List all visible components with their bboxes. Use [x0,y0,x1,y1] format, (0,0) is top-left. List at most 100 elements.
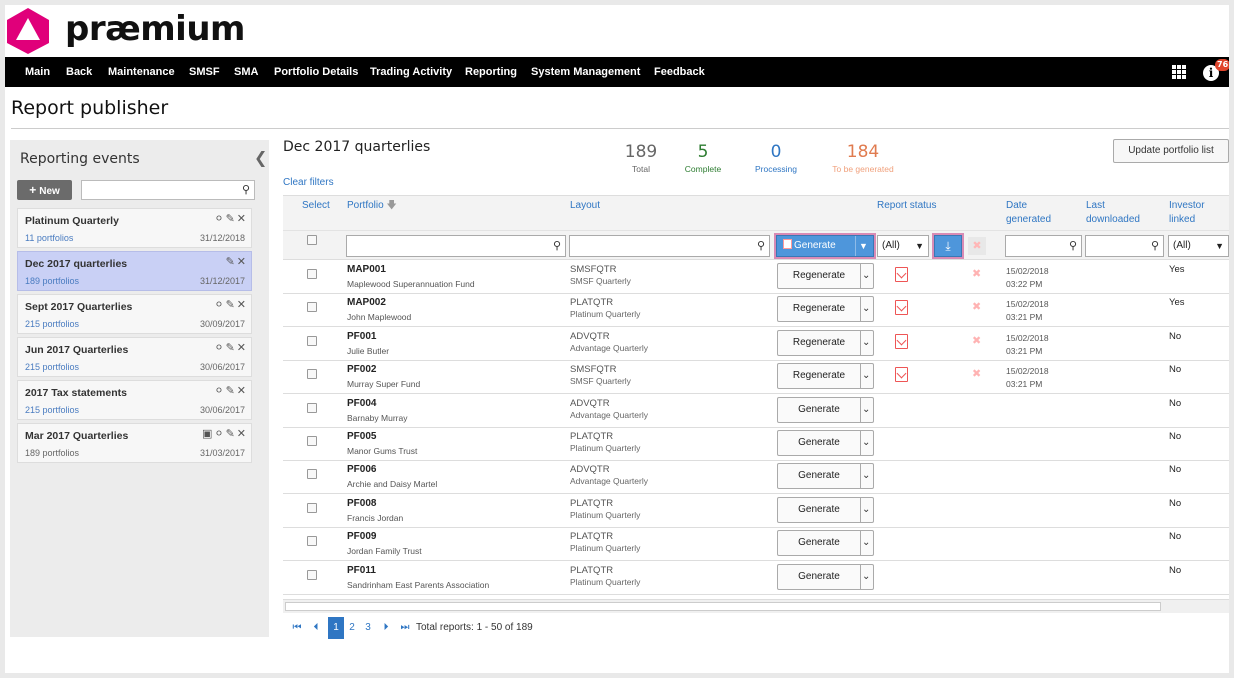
first-page-icon[interactable]: ⏮ [289,617,305,639]
globe-icon[interactable]: ⚪ [214,298,223,311]
edit-icon[interactable]: ✎ [226,341,235,354]
delete-report-icon[interactable]: ✖ [972,367,981,380]
event-card-sept-2017-quarterlies[interactable]: Sept 2017 Quarterlies 215 portfolios 30/… [17,294,252,334]
generate-button[interactable]: Regenerate ⌄ [777,363,874,390]
nav-feedback[interactable]: Feedback [654,57,705,87]
investor-filter-select[interactable]: (All) ▼ [1168,235,1229,257]
column-portfolio[interactable]: Portfolio 🡇 [347,199,397,213]
bulk-generate-button[interactable]: Generate ▼ [776,235,874,257]
search-icon[interactable]: ⚲ [757,239,765,252]
brand-logo[interactable]: præmium [5,5,265,57]
close-icon[interactable]: ✕ [237,298,246,311]
date-generated-filter-input[interactable]: ⚲ [1005,235,1082,257]
search-icon[interactable]: ⚲ [242,183,250,196]
event-search-input[interactable]: ⚲ [81,180,255,200]
last-downloaded-filter-input[interactable]: ⚲ [1085,235,1164,257]
edit-icon[interactable]: ✎ [226,427,235,440]
portfolio-code[interactable]: PF004 [347,398,376,409]
nav-sma[interactable]: SMA [234,57,258,87]
previous-page-icon[interactable]: ⏴ [308,617,324,639]
event-card-2017-tax-statements[interactable]: 2017 Tax statements 215 portfolios 30/06… [17,380,252,420]
row-checkbox[interactable] [307,302,317,313]
globe-icon[interactable]: ⚪ [214,427,223,440]
nav-back[interactable]: Back [66,57,92,87]
column-last-downloaded[interactable]: Last downloaded [1086,199,1151,227]
column-report-status[interactable]: Report status [877,199,936,213]
page-1-button[interactable]: 1 [328,617,344,639]
nav-smsf[interactable]: SMSF [189,57,220,87]
globe-icon[interactable]: ⚪ [214,341,223,354]
edit-icon[interactable]: ✎ [226,298,235,311]
row-checkbox[interactable] [307,335,317,346]
download-button[interactable]: ⤓ [934,235,962,257]
portfolio-code[interactable]: MAP002 [347,297,386,308]
generate-button[interactable]: Generate ⌄ [777,563,874,590]
chevron-down-icon[interactable]: ▼ [859,236,868,256]
pdf-report-icon[interactable] [895,300,908,316]
delete-report-icon[interactable]: ✖ [972,300,981,313]
column-investor-linked[interactable]: Investor linked [1169,199,1219,227]
row-checkbox[interactable] [307,269,317,279]
last-page-icon[interactable]: ⏭ [397,617,413,639]
portfolio-code[interactable]: PF008 [347,498,376,509]
generate-button[interactable]: Regenerate ⌄ [777,263,874,289]
generate-button[interactable]: Regenerate ⌄ [777,296,874,323]
search-icon[interactable]: ⚲ [553,239,561,252]
update-portfolio-list-button[interactable]: Update portfolio list [1113,139,1229,163]
row-checkbox[interactable] [307,469,317,480]
search-icon[interactable]: ⚲ [1069,239,1077,252]
chevron-down-icon[interactable]: ⌄ [862,264,870,288]
generate-button[interactable]: Regenerate ⌄ [777,329,874,356]
bulk-delete-button[interactable]: ✖ [968,237,986,255]
generate-button[interactable]: Generate ⌄ [777,463,874,490]
status-filter-select[interactable]: (All) ▼ [877,235,929,257]
chevron-down-icon[interactable]: ⌄ [862,531,870,555]
layout-filter-input[interactable]: ⚲ [569,235,770,257]
portfolio-filter-input[interactable]: ⚲ [346,235,566,257]
row-checkbox[interactable] [307,569,317,580]
row-checkbox[interactable] [307,502,317,513]
globe-icon[interactable]: ⚪ [214,384,223,397]
event-card-jun-2017-quarterlies[interactable]: Jun 2017 Quarterlies 215 portfolios 30/0… [17,337,252,377]
generate-button[interactable]: Generate ⌄ [777,430,874,456]
edit-icon[interactable]: ✎ [226,212,235,225]
edit-icon[interactable]: ✎ [226,384,235,397]
event-portfolio-count[interactable]: 215 portfolios [25,405,79,415]
chevron-down-icon[interactable]: ⌄ [862,398,870,422]
chevron-down-icon[interactable]: ⌄ [862,498,870,522]
event-portfolio-count[interactable]: 215 portfolios [25,362,79,372]
chevron-down-icon[interactable]: ⌄ [862,331,870,355]
nav-portfolio-details[interactable]: Portfolio Details [274,57,358,87]
pdf-report-icon[interactable] [895,267,908,282]
close-icon[interactable]: ✕ [237,384,246,397]
chevron-down-icon[interactable]: ⌄ [862,297,870,321]
close-icon[interactable]: ✕ [237,255,246,268]
nav-main[interactable]: Main [25,57,50,87]
delete-report-icon[interactable]: ✖ [972,334,981,347]
generate-button[interactable]: Generate ⌄ [777,530,874,557]
portfolio-code[interactable]: PF006 [347,464,376,475]
page-3-button[interactable]: 3 [360,617,376,639]
horizontal-scrollbar[interactable] [283,599,1229,613]
chevron-down-icon[interactable]: ⌄ [862,364,870,388]
pdf-report-icon[interactable] [895,333,908,349]
apps-grid-icon[interactable] [1172,65,1186,79]
row-checkbox[interactable] [307,436,317,446]
event-portfolio-count[interactable]: 11 portfolios [25,233,73,243]
event-card-platinum-quarterly[interactable]: Platinum Quarterly 11 portfolios 31/12/2… [17,208,252,248]
edit-icon[interactable]: ✎ [226,255,235,268]
clear-filters-link[interactable]: Clear filters [283,177,334,188]
row-checkbox[interactable] [307,536,317,547]
close-icon[interactable]: ✕ [237,341,246,354]
chevron-down-icon[interactable]: ⌄ [862,565,870,589]
close-icon[interactable]: ✕ [237,427,246,440]
new-event-button[interactable]: + New [17,180,72,200]
row-checkbox[interactable] [307,369,317,380]
event-card-mar-2017-quarterlies[interactable]: Mar 2017 Quarterlies 189 portfolios 31/0… [17,423,252,463]
chevron-down-icon[interactable]: ⌄ [862,464,870,488]
scrollbar-thumb[interactable] [285,602,1161,611]
chevron-down-icon[interactable]: ⌄ [862,431,870,455]
collapse-panel-icon[interactable]: ❮ [254,148,267,167]
search-icon[interactable]: ⚲ [1151,239,1159,252]
nav-maintenance[interactable]: Maintenance [108,57,175,87]
